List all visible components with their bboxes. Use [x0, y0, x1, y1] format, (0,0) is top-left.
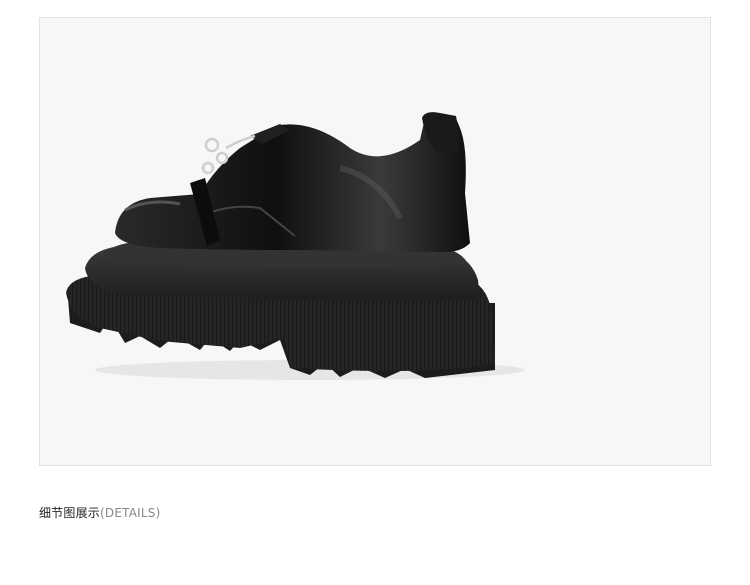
- section-title-en: (DETAILS): [100, 506, 161, 520]
- product-photo-shoe: [66, 112, 525, 380]
- section-title-cn: 细节图展示: [39, 506, 101, 520]
- product-photo-frame: [39, 17, 711, 466]
- section-title: 细节图展示(DETAILS): [39, 504, 160, 521]
- shoe-upper: [115, 114, 470, 253]
